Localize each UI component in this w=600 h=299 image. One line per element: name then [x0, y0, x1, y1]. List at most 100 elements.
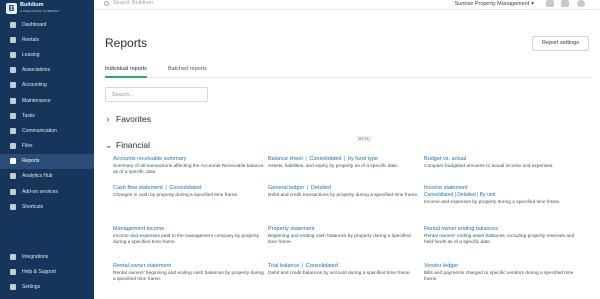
report-description: Compare budgeted amounts to actual incom… [424, 163, 554, 169]
sidebar-item-label: Settings [22, 283, 41, 290]
sidebar-item-label: Help & Support [22, 268, 56, 275]
sidebar-item-reports[interactable]: Reports [0, 153, 94, 169]
sidebar-item-dashboard[interactable]: Dashboard [0, 17, 94, 32]
report-variant-link[interactable]: Consolidated [306, 263, 338, 269]
report-search-input[interactable] [105, 87, 208, 102]
sidebar-item-add-on-services[interactable]: Add-on services [0, 184, 94, 199]
folder-icon [10, 143, 16, 150]
plus-icon [10, 188, 16, 195]
sidebar-item-analytics-hub[interactable]: Analytics Hub [0, 169, 94, 184]
report-variant-link[interactable]: By unit [480, 192, 495, 198]
report-title-link[interactable]: Trial balance [268, 263, 299, 269]
top-bar: Search Buildium Sunrise Property Managem… [94, 0, 600, 10]
report-variant-link[interactable]: by fund type [348, 156, 378, 162]
report-vendor-ledger: Vendor ledger Bills and payments charged… [424, 263, 576, 283]
report-title-link[interactable]: Vendor ledger [424, 263, 576, 269]
report-accounts-receivable-summary: Accounts receivable summary Summary of a… [113, 156, 265, 176]
report-variant-link[interactable]: Detailed [311, 185, 331, 191]
report-title-link[interactable]: Balance sheet [268, 156, 303, 162]
sidebar-item-settings[interactable]: Settings [0, 279, 94, 294]
report-description: Changes in cash by property during a spe… [113, 192, 239, 198]
report-variant-link[interactable]: Consolidated [169, 185, 201, 191]
report-description: Assets, liabilities, and equity by prope… [268, 163, 399, 169]
report-rental-owner-statement: Rental owner statement Rental owners' be… [113, 263, 265, 283]
global-search-placeholder: Search Buildium [113, 0, 154, 6]
report-description: Debit and credit transactions by propert… [268, 192, 419, 198]
report-settings-button[interactable]: Report settings [532, 36, 589, 51]
report-title-link[interactable]: Accounts receivable summary [113, 156, 265, 162]
report-variant-link[interactable]: Consolidated [424, 192, 453, 198]
financial-section-toggle[interactable]: ⌄ Financial [105, 140, 150, 150]
report-title-link[interactable]: Income statement [424, 185, 576, 191]
report-property-statement: Property statement Beginning and ending … [268, 226, 420, 246]
logo-subtitle: A REALPAGE COMPANY [20, 8, 60, 13]
page-title: Reports [105, 36, 148, 50]
report-title-link[interactable]: Cash flow statement [113, 185, 163, 191]
sidebar-item-tasks[interactable]: Tasks [0, 108, 94, 123]
user-avatar-icon[interactable] [577, 0, 585, 7]
people-icon [10, 67, 16, 74]
buildium-logo[interactable]: B Buildium A REALPAGE COMPANY [6, 2, 86, 15]
report-description: Bills and payments charged to specific v… [424, 270, 574, 282]
sidebar-item-label: Associations [22, 67, 51, 74]
help-icon [10, 268, 16, 275]
building-icon [10, 36, 16, 43]
sidebar-item-rentals[interactable]: Rentals [0, 32, 94, 47]
messages-icon[interactable] [561, 0, 569, 7]
report-income-statement: Income statement Consolidated | Detailed… [424, 185, 576, 206]
report-title-link[interactable]: General ledger [268, 185, 304, 191]
sidebar-item-maintenance[interactable]: Maintenance [0, 93, 94, 108]
report-description: Beginning and ending cash balances by pr… [268, 233, 411, 245]
sidebar-item-accounting[interactable]: Accounting [0, 78, 94, 93]
report-title-link[interactable]: Rental owner ending balances [424, 226, 576, 232]
favorites-heading: Favorites [116, 114, 151, 124]
report-variant-link[interactable]: Consolidated [309, 156, 341, 162]
report-description: Debit and credit balances by account dur… [268, 270, 411, 276]
sidebar-item-leasing[interactable]: Leasing [0, 47, 94, 62]
sidebar-item-associations[interactable]: Associations [0, 63, 94, 78]
key-icon [10, 51, 16, 58]
report-budget-vs-actual: Budget vs. actual Compare budgeted amoun… [424, 156, 576, 170]
report-title-link[interactable]: Rental owner statement [113, 263, 265, 269]
sidebar-item-shortcuts[interactable]: Shortcuts [0, 199, 94, 214]
sidebar-item-label: Maintenance [22, 97, 51, 104]
logo-mark: B [6, 3, 17, 14]
notifications-icon[interactable] [546, 0, 554, 7]
sidebar-item-label: Dashboard [22, 21, 47, 28]
main-content: Reports Report settings Individual repor… [94, 11, 600, 299]
sidebar-item-label: Files [22, 143, 33, 150]
gear-icon [10, 283, 16, 290]
sidebar-item-label: Shortcuts [22, 203, 44, 210]
star-icon [10, 203, 16, 210]
sidebar-item-label: Rentals [22, 36, 39, 43]
favorites-section-toggle[interactable]: › Favorites [105, 114, 151, 124]
report-variant-link[interactable]: Detailed [457, 192, 475, 198]
dashboard-icon [10, 21, 16, 28]
tab-individual-reports[interactable]: Individual reports [105, 66, 147, 78]
sidebar-item-integrations[interactable]: Integrations [0, 249, 94, 264]
financial-heading: Financial [116, 140, 151, 150]
sidebar-item-help-support[interactable]: Help & Support [0, 264, 94, 279]
report-management-income: Management income Income and expenses pa… [113, 226, 265, 246]
tab-batched-reports[interactable]: Batched reports [168, 66, 207, 78]
sidebar: B Buildium A REALPAGE COMPANY Dashboard … [0, 0, 94, 299]
report-title-link[interactable]: Budget vs. actual [424, 156, 576, 162]
global-search[interactable]: Search Buildium [104, 0, 153, 6]
analytics-icon [10, 173, 16, 180]
report-trial-balance: Trial balance | Consolidated Debit and c… [268, 263, 420, 277]
sidebar-item-communication[interactable]: Communication [0, 123, 94, 138]
search-icon [104, 0, 109, 6]
sidebar-item-label: Reports [22, 158, 40, 165]
report-description: Rental owners' ending asset balances, in… [424, 233, 575, 245]
report-title-link[interactable]: Management income [113, 226, 265, 232]
chevron-right-icon: › [106, 113, 110, 124]
company-selector[interactable]: Sunrise Property Management [455, 1, 534, 7]
report-tabs: Individual reports Batched reports [105, 66, 591, 78]
report-title-link[interactable]: Property statement [268, 226, 420, 232]
chart-icon [10, 158, 16, 165]
report-description: Income and expenses by property during a… [424, 199, 561, 205]
report-rental-owner-ending-balances: Rental owner ending balances Rental owne… [424, 226, 576, 246]
report-description: Rental owners' beginning and ending cash… [113, 270, 264, 282]
sidebar-item-label: Communication [22, 127, 57, 134]
sidebar-item-files[interactable]: Files [0, 139, 94, 154]
